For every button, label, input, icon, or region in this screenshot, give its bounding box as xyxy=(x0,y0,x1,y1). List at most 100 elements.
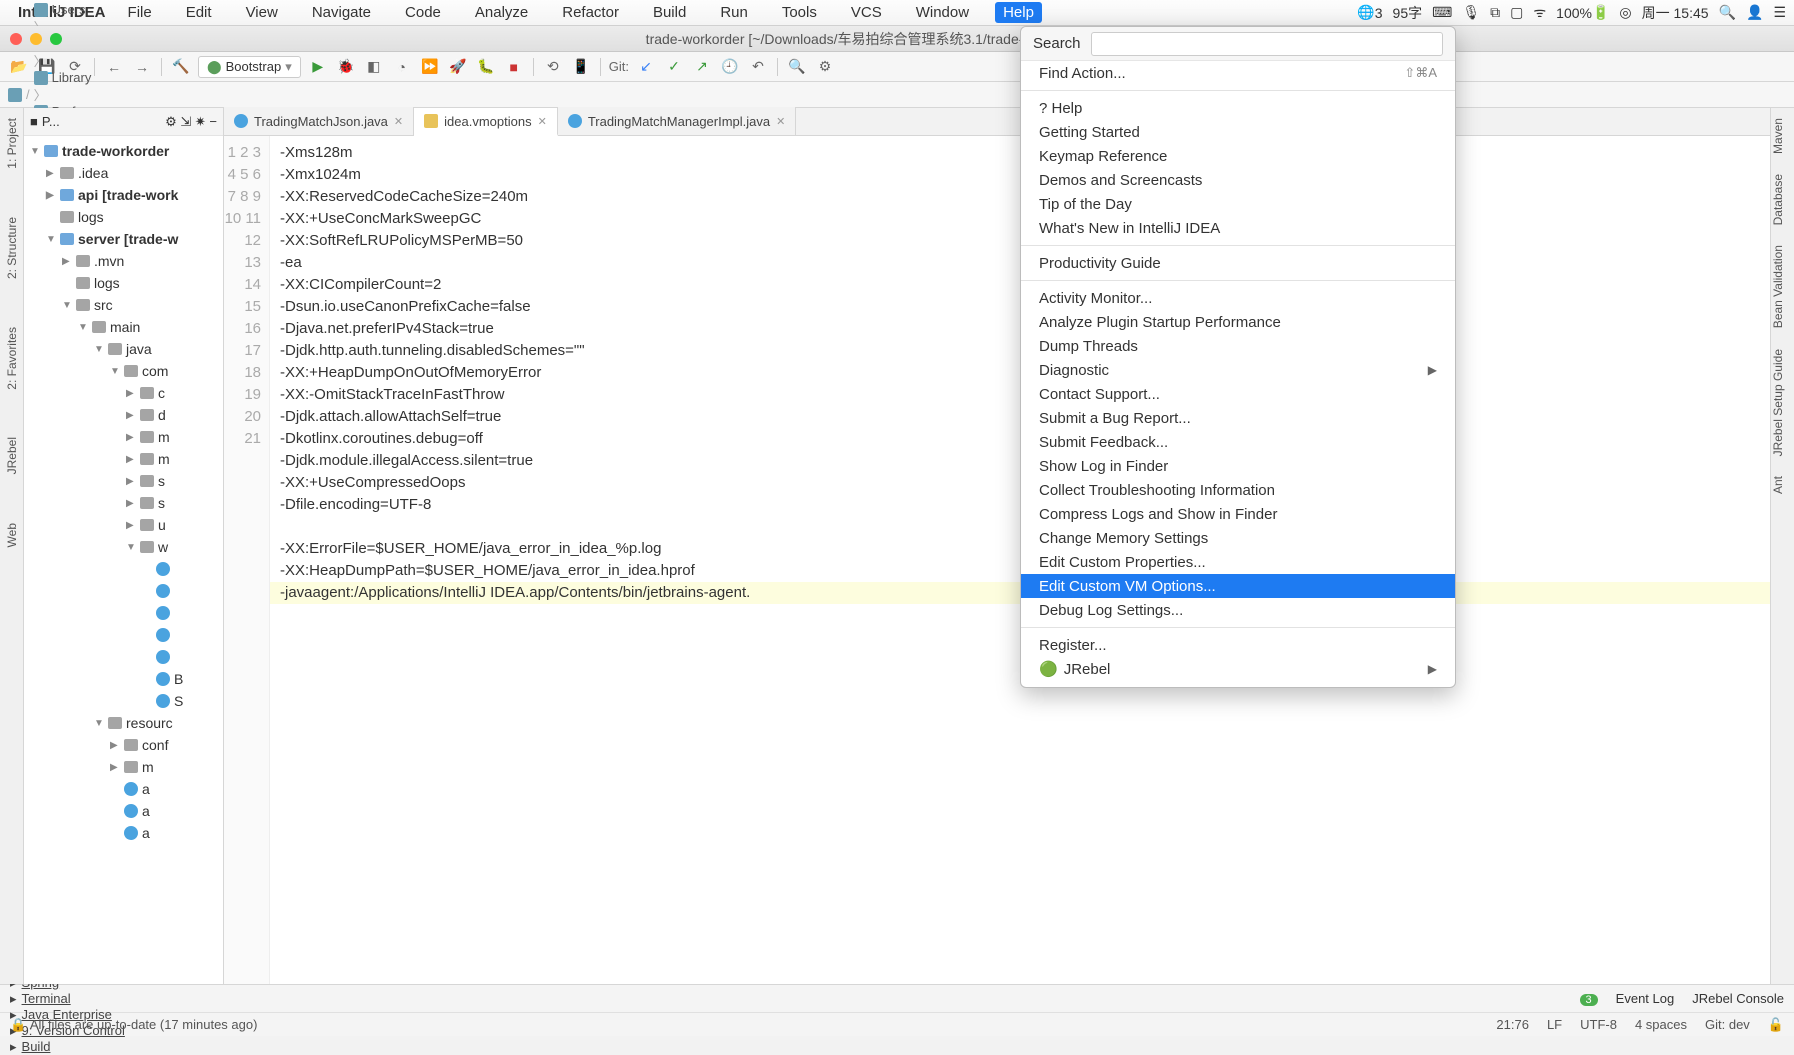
status-lock-icon[interactable]: 🔒 xyxy=(10,1017,26,1033)
clock[interactable]: 周一 15:45 xyxy=(1642,3,1709,23)
attach-icon[interactable]: ⏩ xyxy=(419,56,441,78)
status-item[interactable]: LF xyxy=(1547,1017,1562,1033)
help-item[interactable]: Productivity Guide xyxy=(1021,251,1455,275)
tool-tab-jrebel-setup-guide[interactable]: JRebel Setup Guide xyxy=(1771,339,1785,466)
editor-tab[interactable]: TradingMatchJson.java✕ xyxy=(224,107,414,135)
menu-vcs[interactable]: VCS xyxy=(843,2,890,23)
stop-icon[interactable]: ■ xyxy=(503,56,525,78)
build-icon[interactable]: 🔨 xyxy=(170,56,192,78)
tool-tab-maven[interactable]: Maven xyxy=(1771,108,1785,164)
tree-node[interactable] xyxy=(24,602,223,624)
tree-node[interactable]: ▼w xyxy=(24,536,223,558)
tree-node[interactable] xyxy=(24,646,223,668)
help-item[interactable]: Register... xyxy=(1021,633,1455,657)
help-item[interactable]: Dump Threads xyxy=(1021,334,1455,358)
search-everywhere-icon[interactable]: 🔍 xyxy=(786,56,808,78)
tool-tab-ant[interactable]: Ant xyxy=(1771,466,1785,504)
open-icon[interactable]: 📂 xyxy=(8,56,30,78)
close-tab-icon[interactable]: ✕ xyxy=(776,115,785,128)
editor-tab[interactable]: TradingMatchManagerImpl.java✕ xyxy=(558,107,797,135)
tool-tab-jrebel[interactable]: JRebel xyxy=(5,433,19,478)
help-item[interactable]: Tip of the Day xyxy=(1021,192,1455,216)
gradle-sync-icon[interactable]: ⟲ xyxy=(542,56,564,78)
user-icon[interactable]: 👤 xyxy=(1746,4,1763,21)
git-commit-icon[interactable]: ✓ xyxy=(663,56,685,78)
git-update-icon[interactable]: ↙ xyxy=(635,56,657,78)
tree-node[interactable]: ▶conf xyxy=(24,734,223,756)
help-item[interactable]: Edit Custom Properties... xyxy=(1021,550,1455,574)
status-item[interactable]: 4 spaces xyxy=(1635,1017,1687,1033)
tree-node[interactable] xyxy=(24,624,223,646)
tree-node[interactable]: ▼src xyxy=(24,294,223,316)
help-item[interactable]: Submit Feedback... xyxy=(1021,430,1455,454)
help-item[interactable]: What's New in IntelliJ IDEA xyxy=(1021,216,1455,240)
menu-code[interactable]: Code xyxy=(397,2,449,23)
avd-icon[interactable]: 📱 xyxy=(570,56,592,78)
help-item[interactable]: Keymap Reference xyxy=(1021,144,1455,168)
help-item[interactable]: Diagnostic▶ xyxy=(1021,358,1455,382)
tree-node[interactable]: ▶c xyxy=(24,382,223,404)
help-item[interactable]: Change Memory Settings xyxy=(1021,526,1455,550)
airplay-icon[interactable]: ▢ xyxy=(1510,4,1523,21)
tree-node[interactable]: ▶api [trade-work xyxy=(24,184,223,206)
tree-node[interactable]: ▶u xyxy=(24,514,223,536)
help-item[interactable]: Contact Support... xyxy=(1021,382,1455,406)
tree-node[interactable]: ▶d xyxy=(24,404,223,426)
tool-tab-1-project[interactable]: 1: Project xyxy=(5,114,19,173)
status-item[interactable]: Git: dev xyxy=(1705,1017,1750,1033)
menu-window[interactable]: Window xyxy=(908,2,977,23)
tree-node[interactable]: a xyxy=(24,822,223,844)
tree-node[interactable]: ▶s xyxy=(24,470,223,492)
tree-node[interactable] xyxy=(24,558,223,580)
tree-node[interactable]: ▼main xyxy=(24,316,223,338)
wifi-icon[interactable]: ᯤ xyxy=(1533,3,1546,22)
editor-tab[interactable]: idea.vmoptions✕ xyxy=(414,108,558,136)
help-item[interactable]: Find Action...⇧⌘A xyxy=(1021,61,1455,85)
input-icon[interactable]: ⌨︎ xyxy=(1432,4,1452,21)
bottom-right-item[interactable]: JRebel Console xyxy=(1692,991,1784,1006)
tree-node[interactable]: ▶.idea xyxy=(24,162,223,184)
tool-tab-2-structure[interactable]: 2: Structure xyxy=(5,213,19,283)
tree-node[interactable]: ▼java xyxy=(24,338,223,360)
help-item[interactable]: Collect Troubleshooting Information xyxy=(1021,478,1455,502)
help-menu-dropdown[interactable]: Search Find Action...⇧⌘A? HelpGetting St… xyxy=(1020,26,1456,688)
mic-icon[interactable]: 🎙 xyxy=(1462,4,1480,21)
padlock-icon[interactable]: 🔓 xyxy=(1768,1017,1784,1033)
run-icon[interactable]: ▶ xyxy=(307,56,329,78)
minimize-window-button[interactable] xyxy=(30,33,42,45)
tool-tab-bean-validation[interactable]: Bean Validation xyxy=(1771,235,1785,338)
help-item[interactable]: Show Log in Finder xyxy=(1021,454,1455,478)
tree-node[interactable]: ▶m xyxy=(24,756,223,778)
tree-node[interactable] xyxy=(24,580,223,602)
tree-node[interactable]: S xyxy=(24,690,223,712)
code-editor[interactable]: 1 2 3 4 5 6 7 8 9 10 11 12 13 14 15 16 1… xyxy=(224,136,1770,984)
menu-edit[interactable]: Edit xyxy=(178,2,220,23)
bottom-tab[interactable]: ▸ Terminal xyxy=(10,991,125,1007)
help-item[interactable]: Edit Custom VM Options... xyxy=(1021,574,1455,598)
tree-node[interactable]: ▼resourc xyxy=(24,712,223,734)
tree-node[interactable]: ▼trade-workorder xyxy=(24,140,223,162)
zoom-window-button[interactable] xyxy=(50,33,62,45)
tree-node[interactable]: a xyxy=(24,800,223,822)
help-search-input[interactable] xyxy=(1091,32,1443,56)
status-item[interactable]: 21:76 xyxy=(1496,1017,1529,1033)
git-history-icon[interactable]: 🕘 xyxy=(719,56,741,78)
close-tab-icon[interactable]: ✕ xyxy=(538,115,547,128)
help-item[interactable]: ? Help xyxy=(1021,96,1455,120)
menu-refactor[interactable]: Refactor xyxy=(554,2,627,23)
event-log-badge[interactable]: 3 xyxy=(1580,991,1598,1006)
globe-icon[interactable]: 🌐3 xyxy=(1357,4,1382,21)
menu-view[interactable]: View xyxy=(238,2,286,23)
breadcrumb-segment[interactable]: Users xyxy=(34,2,154,17)
tree-node[interactable]: logs xyxy=(24,272,223,294)
control-center-icon[interactable]: ☰ xyxy=(1773,4,1786,21)
menu-analyze[interactable]: Analyze xyxy=(467,2,536,23)
tree-node[interactable]: logs xyxy=(24,206,223,228)
menu-help[interactable]: Help xyxy=(995,2,1042,23)
breadcrumb-segment[interactable]: Library xyxy=(34,70,154,85)
tree-node[interactable]: ▶s xyxy=(24,492,223,514)
jrebel-run-icon[interactable]: 🚀 xyxy=(447,56,469,78)
profile-icon[interactable]: ◔ xyxy=(391,56,413,78)
help-item[interactable]: Demos and Screencasts xyxy=(1021,168,1455,192)
tree-node[interactable]: ▼server [trade-w xyxy=(24,228,223,250)
